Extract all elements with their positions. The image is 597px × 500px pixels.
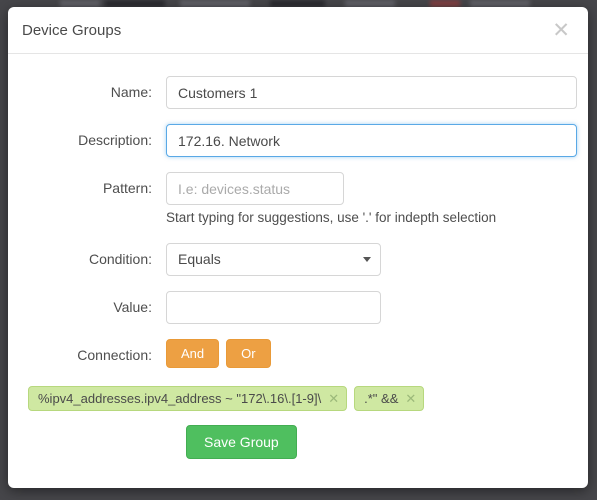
pattern-label: Pattern: (102, 180, 152, 196)
name-field-col (166, 76, 577, 109)
description-field-col (166, 124, 577, 157)
remove-tag-icon[interactable]: ✕ (328, 392, 339, 405)
form-row-pattern: Pattern: Start typing for suggestions, u… (26, 172, 570, 228)
condition-field-col: Equals (166, 243, 570, 276)
form-row-connection: Connection: And Or (26, 339, 570, 371)
condition-select-wrap: Equals (166, 243, 381, 276)
pattern-help-text: Start typing for suggestions, use '.' fo… (166, 210, 497, 225)
connection-label: Connection: (77, 347, 152, 363)
connection-field-col: And Or (166, 339, 570, 368)
save-group-button[interactable]: Save Group (186, 425, 297, 459)
modal-body: Name: Description: Pattern: Start typing… (8, 54, 588, 488)
pattern-field-col: Start typing for suggestions, use '.' fo… (166, 172, 570, 228)
value-input[interactable] (166, 291, 381, 324)
backdrop-smudge (105, 0, 165, 7)
value-field-col (166, 291, 570, 324)
expression-tag-list: %ipv4_addresses.ipv4_address ~ "172\.16\… (28, 386, 570, 411)
description-input[interactable] (166, 124, 577, 157)
remove-tag-icon[interactable]: ✕ (405, 392, 416, 405)
form-row-value: Value: (26, 291, 570, 324)
backdrop-smudge (270, 0, 325, 7)
and-button[interactable]: And (166, 339, 220, 368)
condition-select[interactable]: Equals (166, 243, 381, 276)
name-label: Name: (110, 84, 152, 100)
close-icon[interactable]: ✕ (550, 20, 572, 41)
backdrop-smudge (60, 0, 100, 7)
pattern-input[interactable] (166, 172, 344, 205)
name-input[interactable] (166, 76, 577, 109)
condition-label: Condition: (88, 251, 152, 267)
save-row: Save Group (186, 425, 570, 459)
tag-label: %ipv4_addresses.ipv4_address ~ "172\.16\… (38, 391, 322, 406)
list-item[interactable]: .*" && ✕ (354, 386, 425, 411)
page-title: Device Groups (22, 21, 122, 39)
backdrop-smudge (345, 0, 395, 7)
description-label: Description: (78, 132, 152, 148)
connection-buttons: And Or (166, 339, 570, 368)
or-button[interactable]: Or (226, 339, 271, 368)
form-row-description: Description: (26, 124, 577, 157)
backdrop-smudge (430, 0, 460, 7)
modal-header: Device Groups ✕ (8, 7, 588, 54)
device-groups-modal: Device Groups ✕ Name: Description: Patte… (8, 7, 588, 488)
backdrop-smudge (180, 0, 250, 7)
tag-label: .*" && (364, 391, 399, 406)
form-row-name: Name: (26, 76, 577, 109)
backdrop-smudge (470, 0, 530, 7)
list-item[interactable]: %ipv4_addresses.ipv4_address ~ "172\.16\… (28, 386, 348, 411)
form-row-condition: Condition: Equals (26, 243, 570, 276)
value-label: Value: (113, 299, 152, 315)
